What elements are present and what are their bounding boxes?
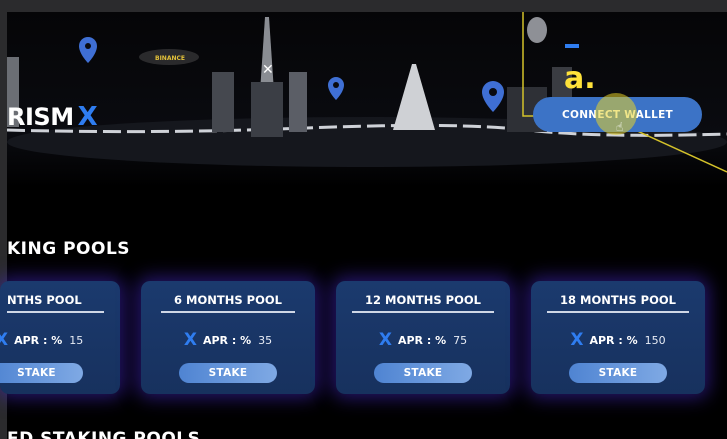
stake-button[interactable]: STAKE	[179, 363, 277, 383]
pool-title-underline	[547, 311, 689, 313]
apr-value: 35	[258, 334, 273, 347]
window-top-strip	[0, 0, 727, 12]
brand-x-mark: X	[77, 102, 98, 132]
x-logo-icon: X	[570, 330, 584, 350]
pool-title: 6 MONTHS POOL	[174, 293, 282, 307]
building-mid-2	[289, 72, 307, 132]
apr-label: APR : %	[397, 334, 447, 347]
pool-title-underline	[352, 311, 494, 313]
apr-row: X APR : % 15	[0, 332, 120, 349]
brand-name: RISM	[7, 103, 74, 131]
stake-button[interactable]: STAKE	[569, 363, 667, 383]
pool-title: 18 MONTHS POOL	[560, 293, 676, 307]
hand-cursor-icon: ☝	[616, 120, 624, 134]
apr-row: X APR : % 150	[531, 332, 705, 349]
staking-pools-heading: KING POOLS	[7, 239, 131, 259]
tower-base	[251, 82, 283, 137]
pool-card: NTHS POOL X APR : % 15 STAKE	[0, 281, 120, 394]
flag	[565, 44, 579, 48]
pool-title: NTHS POOL	[7, 293, 82, 307]
pool-card: 12 MONTHS POOL X APR : % 75 STAKE	[336, 281, 510, 394]
pool-card: 18 MONTHS POOL X APR : % 150 STAKE	[531, 281, 705, 394]
brand-logo[interactable]: RISM X	[7, 102, 98, 132]
x-logo-icon: X	[378, 330, 392, 350]
apr-row: X APR : % 75	[336, 332, 510, 349]
next-section-heading: ED STAKING POOLS	[7, 429, 201, 439]
location-pin-icon	[482, 81, 504, 112]
apr-value: 150	[644, 334, 666, 347]
pool-card: 6 MONTHS POOL X APR : % 35 STAKE	[141, 281, 315, 394]
pool-title: 12 MONTHS POOL	[365, 293, 481, 307]
apr-label: APR : %	[589, 334, 638, 347]
eiffel-tower	[393, 64, 435, 130]
x-logo-icon: X	[183, 330, 197, 350]
stake-button[interactable]: STAKE	[0, 363, 83, 383]
hot-air-balloon	[527, 17, 547, 43]
location-pin-icon	[328, 77, 344, 100]
tower-x-mark: ✕	[262, 62, 274, 78]
apr-label: APR : %	[14, 334, 63, 347]
pool-title-underline	[161, 311, 295, 313]
apr-value: 15	[69, 334, 84, 347]
blimp-label: BINANCE	[155, 55, 185, 62]
pool-title-underline	[7, 311, 104, 313]
apr-value: 75	[453, 334, 468, 347]
x-logo-icon: X	[0, 330, 9, 350]
apr-label: APR : %	[202, 334, 252, 347]
location-pin-icon	[79, 37, 97, 63]
stake-button[interactable]: STAKE	[374, 363, 472, 383]
apr-row: X APR : % 35	[141, 332, 315, 349]
annotation-label: a.	[564, 61, 596, 96]
building-mid-1	[212, 72, 234, 132]
